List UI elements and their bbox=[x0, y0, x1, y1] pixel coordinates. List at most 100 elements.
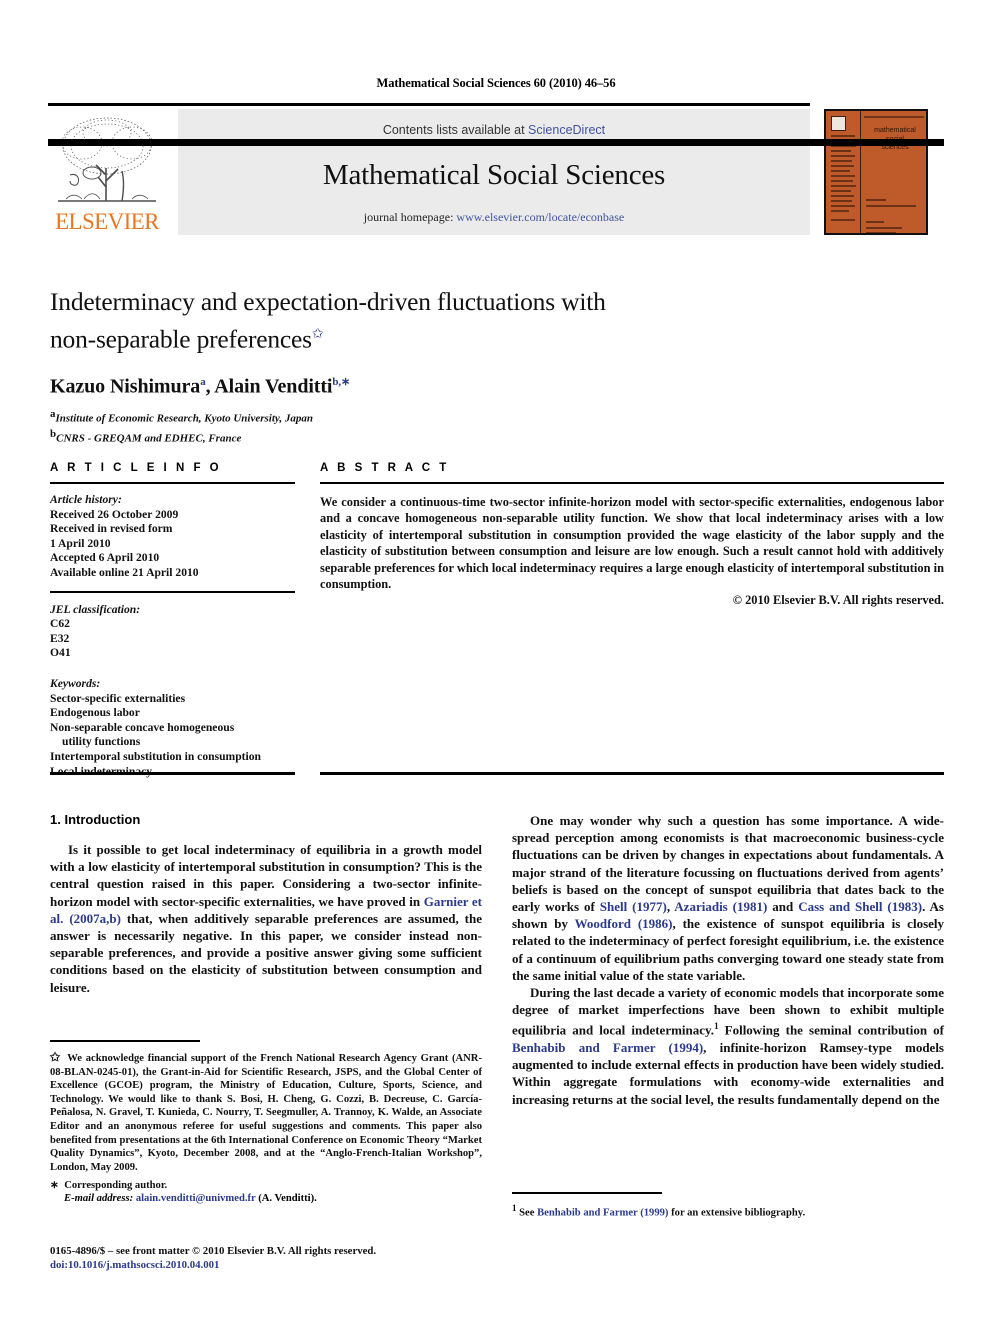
affiliation-a: aInstitute of Economic Research, Kyoto U… bbox=[50, 407, 750, 427]
elsevier-logo: ELSEVIER bbox=[48, 109, 166, 237]
footnote-rule-left bbox=[50, 1040, 200, 1042]
body-column-right: One may wonder why such a question has s… bbox=[512, 812, 944, 1108]
jel-label: JEL classification: bbox=[50, 602, 141, 616]
corresponding-star-marker: ∗ bbox=[50, 1180, 59, 1192]
footnote-1-marker: 1 bbox=[512, 1203, 517, 1213]
email-label: E-mail address: bbox=[64, 1193, 134, 1205]
citation-cass-shell-1983[interactable]: Cass and Shell (1983) bbox=[798, 899, 922, 914]
abstract-rule bbox=[320, 482, 944, 484]
author-separator: , Alain Venditti bbox=[205, 375, 333, 398]
history-item: Received in revised form bbox=[50, 522, 173, 536]
elsevier-wordmark: ELSEVIER bbox=[55, 209, 159, 234]
abstract-panel: A B S T R A C T We consider a continuous… bbox=[320, 462, 944, 608]
paper-page: Mathematical Social Sciences 60 (2010) 4… bbox=[0, 0, 992, 1323]
issn-copyright-block: 0165-4896/$ – see front matter © 2010 El… bbox=[50, 1244, 482, 1272]
title-block: Indeterminacy and expectation-driven flu… bbox=[50, 285, 750, 446]
right-text-c: and bbox=[767, 899, 799, 915]
intro-text-a: Is it possible to get local indeterminac… bbox=[50, 842, 482, 909]
footnote-block-left: ✩ We acknowledge financial support of th… bbox=[50, 1040, 482, 1204]
email-suffix: (A. Venditti). bbox=[255, 1193, 317, 1205]
paragraph-right-1: One may wonder why such a question has s… bbox=[512, 812, 944, 984]
masthead-top-rule bbox=[48, 103, 810, 106]
elsevier-tree-icon bbox=[52, 113, 162, 209]
contents-available-line: Contents lists available at ScienceDirec… bbox=[178, 123, 810, 137]
article-history-label: Article history: bbox=[50, 493, 122, 506]
article-info-heading: A R T I C L E I N F O bbox=[50, 462, 222, 474]
affiliation-a-text: Institute of Economic Research, Kyoto Un… bbox=[55, 412, 314, 425]
journal-homepage-line: journal homepage: www.elsevier.com/locat… bbox=[178, 210, 810, 225]
running-head: Mathematical Social Sciences 60 (2010) 4… bbox=[376, 76, 616, 90]
footnote-acknowledgement-text: We acknowledge financial support of the … bbox=[50, 1053, 482, 1173]
footnote-1-pre: See bbox=[519, 1207, 538, 1219]
citation-woodford-1986[interactable]: Woodford (1986) bbox=[575, 916, 673, 931]
right2-text-b: Following the seminal contribution of bbox=[718, 1022, 944, 1038]
abstract-copyright: © 2010 Elsevier B.V. All rights reserved… bbox=[732, 593, 944, 608]
affiliations: aInstitute of Economic Research, Kyoto U… bbox=[50, 407, 750, 446]
affiliation-b-text: CNRS - GREQAM and EDHEC, France bbox=[56, 432, 242, 445]
doi-link[interactable]: doi:10.1016/j.mathsocsci.2010.04.001 bbox=[50, 1258, 482, 1272]
citation-benhabib-farmer-1999[interactable]: Benhabib and Farmer (1999) bbox=[537, 1208, 668, 1219]
history-item: Received 26 October 2009 bbox=[50, 507, 179, 521]
footnote-email-line: E-mail address: alain.venditti@univmed.f… bbox=[50, 1193, 482, 1204]
corresponding-author-text: Corresponding author. bbox=[64, 1180, 168, 1192]
footnote-rule-right bbox=[512, 1192, 662, 1194]
homepage-prefix: journal homepage: bbox=[363, 210, 457, 224]
paragraph-intro-1: Is it possible to get local indeterminac… bbox=[50, 841, 482, 996]
title-footnote-marker[interactable]: ✩ bbox=[312, 327, 324, 342]
jel-code: E32 bbox=[50, 631, 70, 645]
journal-cover-thumbnail: mathematical social sciences bbox=[824, 109, 928, 235]
footnote-acknowledgement: ✩ We acknowledge financial support of th… bbox=[50, 1050, 482, 1174]
citation-azariadis-1981[interactable]: Azariadis (1981) bbox=[674, 899, 767, 914]
article-info-rule bbox=[50, 482, 295, 484]
history-item: Accepted 6 April 2010 bbox=[50, 551, 160, 565]
author-list: Kazuo Nishimuraa, Alain Vendittib,∗ bbox=[50, 375, 750, 399]
footnote-corresponding-author: ∗ Corresponding author. bbox=[50, 1179, 482, 1193]
keywords-block: Keywords: Sector-specific externalities … bbox=[50, 677, 295, 779]
article-info-panel: A R T I C L E I N F O Article history: R… bbox=[50, 462, 295, 779]
journal-title: Mathematical Social Sciences bbox=[322, 159, 666, 191]
citation-shell-1977[interactable]: Shell (1977) bbox=[600, 899, 667, 914]
footnote-star-marker: ✩ bbox=[50, 1050, 61, 1064]
corresponding-author-marker[interactable]: ∗ bbox=[341, 376, 350, 388]
sciencedirect-link[interactable]: ScienceDirect bbox=[528, 123, 605, 137]
footnote-1-post: for an extensive bibliography. bbox=[668, 1207, 806, 1219]
cover-top-rule bbox=[864, 116, 924, 118]
masthead-panel: Contents lists available at ScienceDirec… bbox=[178, 109, 810, 235]
jel-block: JEL classification: C62 E32 O41 bbox=[50, 603, 295, 661]
footnote-block-right: 1 See Benhabib and Farmer (1999) for an … bbox=[512, 1192, 944, 1219]
keywords-label: Keywords: bbox=[50, 676, 101, 690]
cover-left-column bbox=[826, 111, 861, 233]
section-title-introduction: 1. Introduction bbox=[50, 812, 141, 827]
cover-title-line1: mathematical bbox=[874, 127, 916, 134]
abstract-bottom-rule bbox=[320, 772, 944, 775]
cover-publisher-mark-icon bbox=[831, 116, 846, 131]
abstract-heading: A B S T R A C T bbox=[320, 462, 450, 474]
page-title: Indeterminacy and expectation-driven flu… bbox=[50, 285, 750, 356]
author-1-name: Kazuo Nishimura bbox=[50, 375, 201, 398]
article-info-sep-rule bbox=[50, 590, 295, 593]
article-history-block: Article history: Received 26 October 200… bbox=[50, 493, 295, 581]
journal-homepage-link[interactable]: www.elsevier.com/locate/econbase bbox=[456, 210, 624, 224]
paragraph-right-2: During the last decade a variety of econ… bbox=[512, 984, 944, 1108]
body-column-left: 1. Introduction Is it possible to get lo… bbox=[50, 812, 482, 996]
history-item: 1 April 2010 bbox=[50, 536, 111, 550]
issn-line: 0165-4896/$ – see front matter © 2010 El… bbox=[50, 1245, 377, 1257]
affiliation-b: bCNRS - GREQAM and EDHEC, France bbox=[50, 427, 750, 447]
footnote-1: 1 See Benhabib and Farmer (1999) for an … bbox=[512, 1203, 944, 1219]
keyword-item: Sector-specific externalities bbox=[50, 691, 186, 705]
abstract-text: We consider a continuous-time two-sector… bbox=[320, 495, 944, 592]
keyword-item: Endogenous labor bbox=[50, 706, 140, 720]
keyword-item: Intertemporal substitution in consumptio… bbox=[50, 749, 261, 763]
contents-prefix: Contents lists available at bbox=[382, 123, 529, 137]
keyword-item-cont: utility functions bbox=[62, 735, 141, 749]
email-link[interactable]: alain.venditti@univmed.fr bbox=[136, 1193, 256, 1204]
keyword-item: Non-separable concave homogeneous bbox=[50, 720, 235, 734]
masthead-bottom-rule bbox=[48, 139, 944, 146]
info-bottom-rule bbox=[50, 772, 295, 775]
citation-benhabib-farmer-1994[interactable]: Benhabib and Farmer (1994) bbox=[512, 1040, 703, 1055]
author-2-affil-marker[interactable]: b, bbox=[332, 376, 341, 388]
jel-code: O41 bbox=[50, 646, 71, 660]
jel-code: C62 bbox=[50, 617, 70, 631]
title-line-2: non-separable preferences bbox=[50, 324, 312, 354]
title-line-1: Indeterminacy and expectation-driven flu… bbox=[50, 287, 606, 316]
